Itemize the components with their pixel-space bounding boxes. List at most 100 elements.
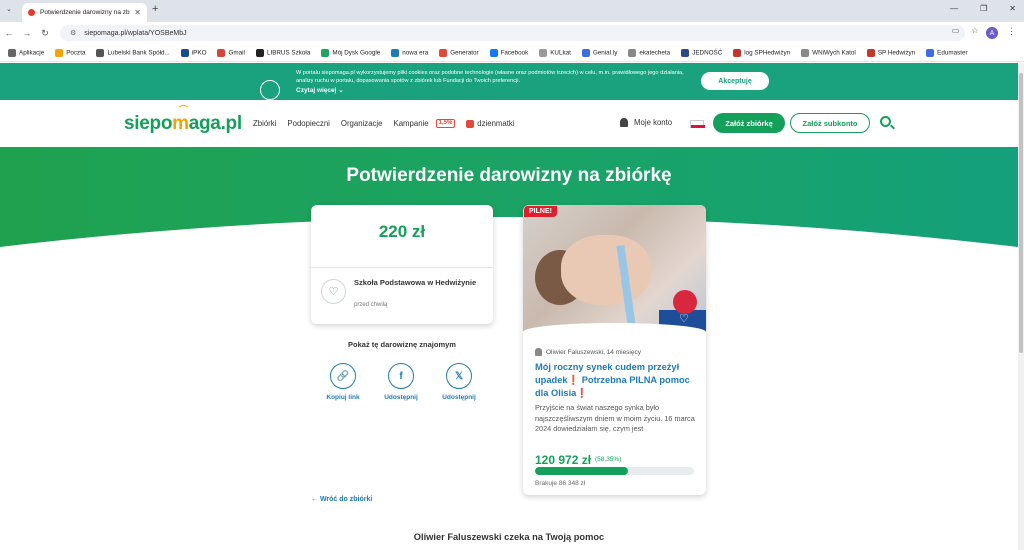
close-tab-icon[interactable]: ✕	[134, 8, 141, 17]
account-link[interactable]: Moje konto	[620, 118, 672, 127]
bookmark-favicon-icon	[96, 48, 105, 57]
bookmark-label: Aplikacje	[19, 49, 45, 57]
restore-icon[interactable]: ❐	[980, 4, 987, 13]
campaign-photo[interactable]: ♡	[523, 205, 706, 353]
accept-cookies-button[interactable]: Akceptuję	[701, 72, 769, 90]
bookmark-item[interactable]: Gmail	[217, 48, 245, 57]
tab-search-icon[interactable]: ⌄	[6, 5, 12, 13]
nav-podopieczni[interactable]: Podopieczni	[287, 119, 329, 128]
copy-link-button[interactable]: 🔗	[330, 363, 356, 389]
bookmark-favicon-icon	[439, 48, 448, 57]
x-share-label[interactable]: Udostępnij	[429, 394, 489, 401]
bookmark-item[interactable]: LIBRUS Szkoła	[255, 48, 311, 57]
raised-percent: (58,35%)	[595, 456, 622, 463]
logo-part-3: aga.pl	[188, 113, 242, 134]
bookmark-favicon-icon	[391, 48, 400, 57]
raised-amount: 120 972 zł	[535, 453, 592, 467]
bookmark-item[interactable]: log SPHedwiżyn	[733, 48, 790, 57]
url-field[interactable]: ⚙ siepomaga.pl/wplata/YOSBeMbJ	[60, 25, 965, 41]
bookmark-item[interactable]: Lubelski Bank Spółd...	[96, 48, 170, 57]
forward-icon[interactable]: →	[18, 28, 36, 38]
bookmark-favicon-icon	[866, 48, 875, 57]
profile-avatar[interactable]: A	[986, 27, 998, 39]
dzienmatki-label: dzienmatki	[477, 119, 515, 128]
site-info-icon[interactable]: ⚙	[70, 29, 76, 37]
cookie-icon	[260, 80, 280, 100]
nav-zbiorki[interactable]: Zbiórki	[253, 119, 276, 128]
page-scrollbar[interactable]	[1018, 63, 1024, 550]
minimize-icon[interactable]: —	[950, 4, 958, 13]
bookmark-item[interactable]: WNiWych Katol	[801, 48, 856, 57]
bookmark-item[interactable]: Aplikacje	[8, 48, 45, 57]
nav-percent-badge[interactable]: 1,5%	[435, 119, 456, 128]
nav-organizacje[interactable]: Organizacje	[341, 119, 383, 128]
missing-amount: Brakuje 86 348 zł	[535, 480, 586, 487]
bookmark-favicon-icon	[180, 48, 189, 57]
bookmark-item[interactable]: Poczta	[55, 48, 85, 57]
create-fundraiser-button[interactable]: Załóż zbiórkę	[713, 113, 785, 133]
bookmark-item[interactable]: Edumaster	[926, 48, 968, 57]
progress-bar	[535, 467, 694, 475]
heart-icon[interactable]: ♡	[679, 312, 689, 325]
cast-icon[interactable]: ▭	[952, 26, 960, 36]
bookmark-item[interactable]: ekatecheta	[628, 48, 670, 57]
reload-icon[interactable]: ↻	[36, 28, 54, 39]
campaign-title[interactable]: Mój roczny synek cudem przeżył upadek❗ P…	[535, 361, 697, 400]
scrollbar-thumb[interactable]	[1019, 73, 1023, 353]
address-bar-row: ← → ↻ ⚙ siepomaga.pl/wplata/YOSBeMbJ ▭ ☆…	[0, 22, 1024, 44]
cookie-read-more[interactable]: Czytaj więcej ⌄	[296, 86, 344, 94]
bookmark-item[interactable]: Facebook	[489, 48, 529, 57]
facebook-share-label[interactable]: Udostępnij	[371, 394, 431, 401]
bookmark-label: iPKO	[191, 49, 207, 57]
nav-dzienmatki[interactable]: dzienmatki	[466, 119, 515, 128]
back-label: Wróć do zbiórki	[319, 496, 373, 503]
bookmark-favicon-icon	[926, 48, 935, 57]
url-text: siepomaga.pl/wplata/YOSBeMbJ	[84, 29, 187, 37]
photo-detail	[561, 235, 651, 305]
bookmark-item[interactable]: nowa era	[391, 48, 428, 57]
bookmark-label: Facebook	[500, 49, 529, 57]
cookie-read-more-label: Czytaj więcej	[296, 87, 337, 94]
polish-flag-icon[interactable]	[690, 120, 705, 128]
new-tab-icon[interactable]: +	[152, 3, 158, 15]
copy-link-label[interactable]: Kopiuj link	[313, 394, 373, 401]
logo-part-2: m	[172, 113, 189, 134]
bookmark-favicon-icon	[8, 48, 16, 57]
bookmark-item[interactable]: iPKO	[180, 48, 207, 57]
bookmark-item[interactable]: SP Hedwiżyn	[866, 48, 916, 57]
bookmark-favicon-icon	[255, 48, 264, 57]
donation-card: 220 zł ♡ Szkoła Podstawowa w Hedwiżynie …	[311, 205, 493, 324]
bookmark-label: Lubelski Bank Spółd...	[107, 49, 170, 57]
bookmark-item[interactable]: Mój Dysk Google	[321, 48, 380, 57]
campaign-author: Oliwier Faluszewski, 14 miesięcy	[535, 348, 641, 356]
bookmark-star-icon[interactable]: ☆	[971, 26, 978, 36]
back-icon[interactable]: ←	[0, 28, 18, 38]
search-icon[interactable]	[880, 116, 891, 127]
bookmark-favicon-icon	[217, 48, 226, 57]
create-subaccount-button[interactable]: Załóż subkonto	[790, 113, 870, 133]
donation-time: przed chwilą	[354, 302, 388, 308]
bookmark-item[interactable]: KULkat	[539, 48, 571, 57]
bookmark-label: LIBRUS Szkoła	[266, 49, 311, 57]
browser-tab[interactable]: Potwierdzenie darowizny na zb ✕	[22, 3, 147, 22]
x-share-button[interactable]: 𝕏	[446, 363, 472, 389]
campaign-card[interactable]: ♡ PILNE! Oliwier Faluszewski, 14 miesięc…	[523, 205, 706, 495]
siepomaga-favicon-icon	[28, 9, 35, 16]
bookmark-item[interactable]: JEDNOŚĆ	[681, 48, 722, 57]
user-icon	[535, 348, 542, 356]
bookmark-item[interactable]: Generator	[439, 48, 479, 57]
window-controls: — ❐ ✕	[950, 4, 1016, 13]
bookmark-label: Edumaster	[937, 49, 968, 57]
close-window-icon[interactable]: ✕	[1009, 4, 1016, 13]
back-to-fundraiser-link[interactable]: ← Wróć do zbiórki	[311, 496, 372, 503]
facebook-share-button[interactable]: f	[388, 363, 414, 389]
siepomaga-logo[interactable]: siepomaga.pl ⌒	[124, 105, 242, 135]
bookmark-label: SP Hedwiżyn	[877, 49, 916, 57]
share-title: Pokaż tę darowiznę znajomym	[348, 340, 456, 349]
author-label: Oliwier Faluszewski, 14 miesięcy	[546, 348, 641, 356]
bookmark-item[interactable]: Genial.ly	[581, 48, 617, 57]
nav-kampanie[interactable]: Kampanie	[394, 119, 429, 128]
browser-menu-icon[interactable]: ⋮	[1007, 26, 1016, 37]
bookmark-favicon-icon	[581, 48, 590, 57]
donor-name: Szkoła Podstawowa w Hedwiżynie	[354, 278, 477, 287]
